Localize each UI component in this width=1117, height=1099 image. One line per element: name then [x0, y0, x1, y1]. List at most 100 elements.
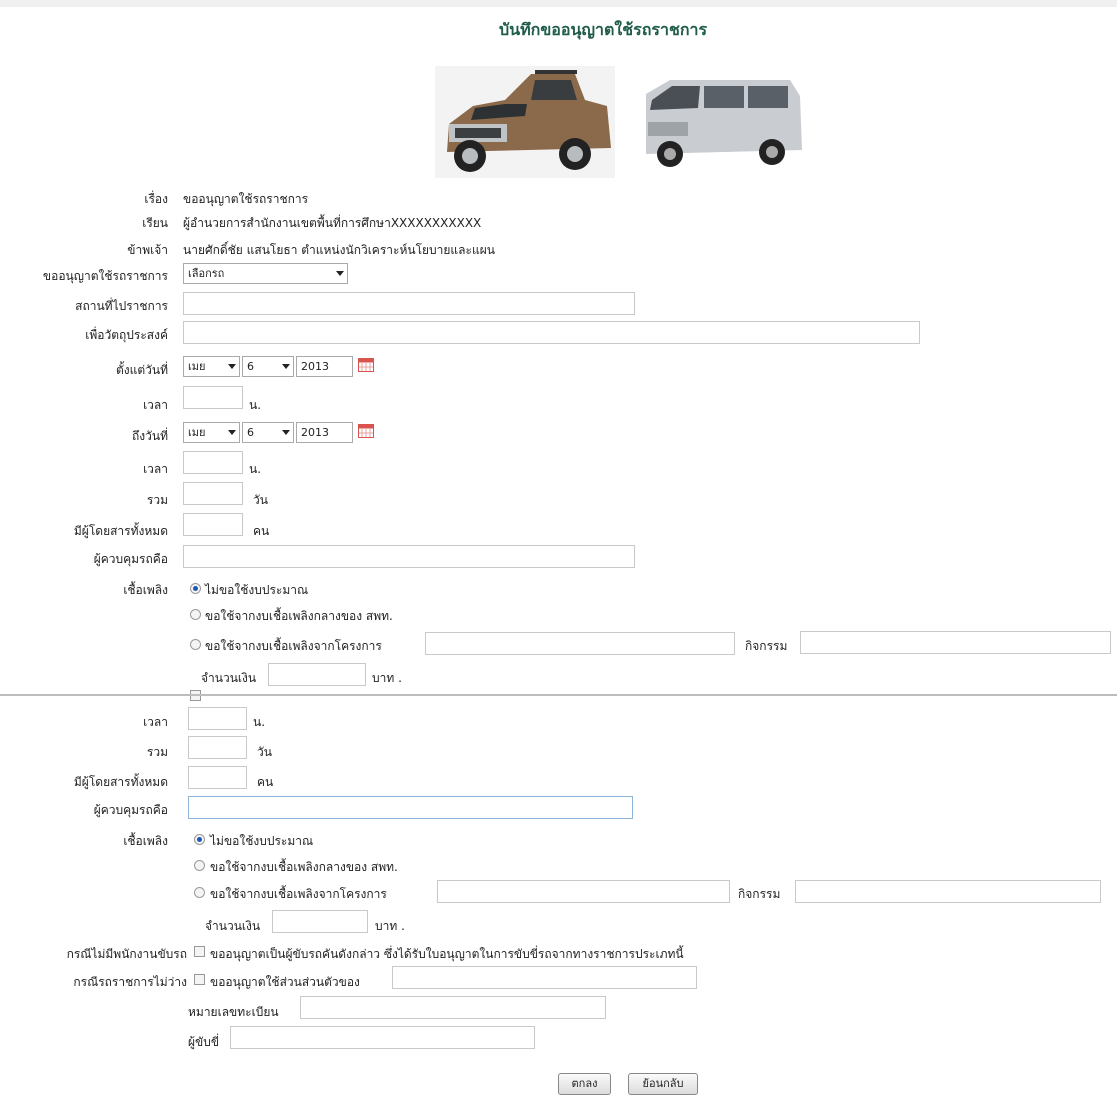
lower-total-input[interactable] [188, 736, 247, 759]
lower-fuel-radio-project[interactable] [194, 887, 205, 898]
to-time-unit: น. [249, 462, 262, 476]
chevron-down-icon [282, 364, 290, 369]
from-year-value: 2013 [301, 360, 329, 373]
lower-controller-label: ผู้ควบคุมรถคือ [93, 803, 168, 817]
private-car-owner-input[interactable] [392, 966, 697, 989]
car-busy-label: กรณีรถราชการไม่ว่าง [73, 975, 187, 989]
no-driver-checkbox[interactable] [194, 946, 205, 957]
controller-input[interactable] [183, 545, 635, 568]
lower-fuel-opt3-label: ขอใช้จากงบเชื้อเพลิงจากโครงการ [210, 887, 387, 901]
to-value: ผู้อำนวยการสำนักงานเขตพื้นที่การศึกษาXXX… [183, 216, 482, 230]
place-label: สถานที่ไปราชการ [75, 299, 168, 313]
lower-total-unit: วัน [257, 745, 272, 759]
driver-input[interactable] [230, 1026, 535, 1049]
total-label: รวม [146, 493, 168, 507]
purpose-label: เพื่อวัตถุประสงค์ [85, 328, 168, 342]
chevron-down-icon [336, 271, 344, 276]
from-year-input[interactable]: 2013 [296, 356, 353, 377]
calendar-icon[interactable] [358, 358, 374, 372]
controller-label: ผู้ควบคุมรถคือ [93, 552, 168, 566]
chevron-down-icon [282, 430, 290, 435]
from-time-label: เวลา [143, 398, 168, 412]
lower-total-label: รวม [146, 745, 168, 759]
calendar-icon[interactable] [358, 424, 374, 438]
no-driver-text: ขออนุญาตเป็นผู้ขับรถคันดังกล่าว ซึ่งได้ร… [210, 947, 684, 961]
activity-input[interactable] [800, 631, 1111, 654]
lower-amount-unit: บาท . [375, 919, 405, 933]
to-month-value: เมย [188, 426, 206, 439]
from-time-unit: น. [249, 398, 262, 412]
plate-input[interactable] [300, 996, 606, 1019]
fuel-opt3-label: ขอใช้จากงบเชื้อเพลิงจากโครงการ [205, 639, 382, 653]
activity-label: กิจกรรม [745, 639, 788, 653]
subject-value: ขออนุญาตใช้รถราชการ [183, 192, 309, 206]
top-bar [0, 0, 1117, 7]
lower-fuel-label: เชื้อเพลิง [123, 834, 168, 848]
lower-fuel-radio-central[interactable] [194, 860, 205, 871]
lower-fuel-radio-none[interactable] [194, 834, 205, 845]
lower-time-unit: น. [253, 715, 266, 729]
to-time-input[interactable] [183, 451, 243, 474]
to-time-label: เวลา [143, 462, 168, 476]
lower-amount-input[interactable] [272, 910, 368, 933]
fuel-radio-project[interactable] [190, 639, 201, 650]
place-input[interactable] [183, 292, 635, 315]
subject-label: เรื่อง [144, 192, 168, 206]
lower-time-input[interactable] [188, 707, 247, 730]
page-title: บันทึกขออนุญาตใช้รถราชการ [499, 20, 708, 39]
fuel-radio-central[interactable] [190, 609, 201, 620]
to-month-select[interactable]: เมย [183, 422, 240, 443]
van-image [646, 80, 802, 167]
lower-fuel-opt2-label: ขอใช้จากงบเชื้อเพลิงกลางของ สพท. [210, 860, 398, 874]
chevron-down-icon [228, 364, 236, 369]
to-label: เรียน [142, 216, 168, 230]
from-month-select[interactable]: เมย [183, 356, 240, 377]
to-day-select[interactable]: 6 [242, 422, 294, 443]
name-label: ข้าพเจ้า [127, 243, 168, 257]
fuel-radio-none[interactable] [190, 583, 201, 594]
fuel-opt2-label: ขอใช้จากงบเชื้อเพลิงกลางของ สพท. [205, 609, 393, 623]
purpose-input[interactable] [183, 321, 920, 344]
vehicle-select[interactable]: เลือกรถ [183, 263, 348, 284]
to-year-value: 2013 [301, 426, 329, 439]
vehicle-label: ขออนุญาตใช้รถราชการ [42, 269, 168, 283]
to-year-input[interactable]: 2013 [296, 422, 353, 443]
pickup-truck-image [435, 66, 615, 178]
fuel-label: เชื้อเพลิง [123, 583, 168, 597]
total-input[interactable] [183, 482, 243, 505]
driver-label: ผู้ขับขี่ [188, 1035, 220, 1049]
project-input[interactable] [425, 632, 735, 655]
amount-unit: บาท . [372, 671, 402, 685]
passengers-input[interactable] [183, 513, 243, 536]
lower-activity-label: กิจกรรม [738, 887, 781, 901]
amount-label: จำนวนเงิน [201, 671, 257, 685]
to-day-value: 6 [247, 426, 254, 439]
ok-button[interactable]: ตกลง [558, 1073, 611, 1095]
amount-input[interactable] [268, 663, 366, 686]
lower-time-label: เวลา [143, 715, 168, 729]
back-button[interactable]: ย้อนกลับ [628, 1073, 698, 1095]
from-day-value: 6 [247, 360, 254, 373]
from-day-select[interactable]: 6 [242, 356, 294, 377]
lower-activity-input[interactable] [795, 880, 1101, 903]
to-date-label: ถึงวันที่ [132, 429, 168, 443]
from-date-label: ตั้งแต่วันที่ [115, 363, 168, 377]
car-busy-checkbox[interactable] [194, 974, 205, 985]
lower-fuel-opt1-label: ไม่ขอใช้งบประมาณ [210, 834, 314, 848]
lower-passengers-input[interactable] [188, 766, 247, 789]
passengers-label: มีผู้โดยสารทั้งหมด [73, 524, 168, 538]
fuel-opt1-label: ไม่ขอใช้งบประมาณ [205, 583, 309, 597]
plate-label: หมายเลขทะเบียน [188, 1005, 279, 1019]
vehicle-select-value: เลือกรถ [188, 267, 225, 280]
name-value: นายศักดิ์ชัย แสนโยธา ตำแหน่งนักวิเคราะห์… [183, 243, 495, 257]
lower-passengers-unit: คน [257, 775, 274, 789]
lower-amount-label: จำนวนเงิน [205, 919, 261, 933]
from-time-input[interactable] [183, 386, 243, 409]
chevron-down-icon [228, 430, 236, 435]
lower-controller-input[interactable] [188, 796, 633, 819]
lower-passengers-label: มีผู้โดยสารทั้งหมด [73, 775, 168, 789]
lower-project-input[interactable] [437, 880, 730, 903]
total-unit: วัน [253, 493, 268, 507]
passengers-unit: คน [253, 524, 270, 538]
no-driver-label: กรณีไม่มีพนักงานขับรถ [66, 947, 187, 961]
